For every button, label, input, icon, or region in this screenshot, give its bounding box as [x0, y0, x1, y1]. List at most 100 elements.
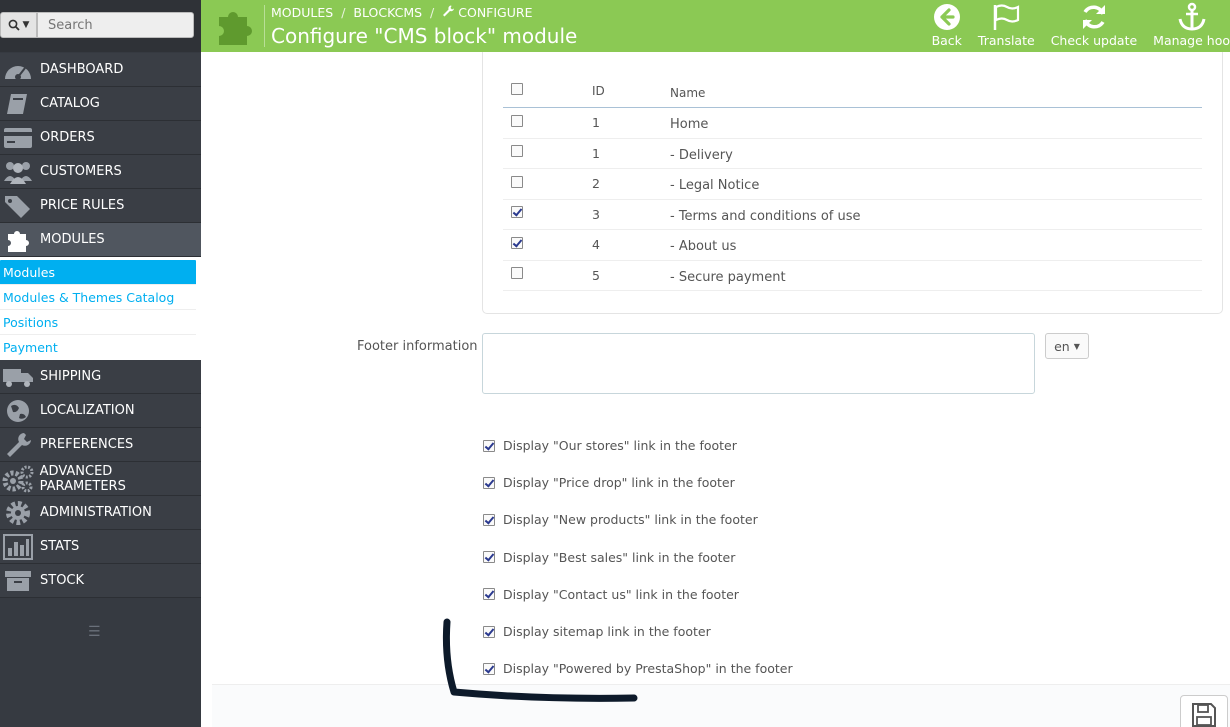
cell-id: 4	[592, 237, 600, 253]
option-checkbox[interactable]	[483, 588, 495, 601]
table-row: 5 - Secure payment	[503, 261, 1202, 291]
sidebar-item-shipping[interactable]: SHIPPING	[0, 360, 201, 394]
option-checkbox[interactable]	[483, 662, 495, 675]
wrench-icon	[1, 431, 35, 459]
table-row: 4 - About us	[503, 230, 1202, 261]
footer-information-textarea[interactable]	[482, 333, 1035, 394]
save-button[interactable]	[1180, 695, 1228, 727]
sidebar-item-orders[interactable]: ORDERS	[0, 121, 201, 155]
row-checkbox[interactable]	[511, 267, 523, 280]
language-value: en	[1054, 338, 1070, 354]
table-row: 2 - Legal Notice	[503, 169, 1202, 200]
table-row: 1 - Delivery	[503, 139, 1202, 169]
sidebar-item-modules[interactable]: MODULES	[0, 223, 201, 257]
breadcrumb-separator: /	[341, 5, 346, 20]
table-row: 1 Home	[503, 108, 1202, 139]
caret-down-icon: ▼	[1073, 341, 1080, 351]
check-update-button-label: Check update	[1050, 33, 1138, 48]
sidebar-item-advanced-parameters[interactable]: ADVANCED PARAMETERS	[0, 462, 201, 496]
row-checkbox[interactable]	[511, 206, 523, 219]
cell-name: - Delivery	[670, 147, 733, 163]
option-label: Display sitemap link in the footer	[503, 624, 711, 640]
breadcrumb-item[interactable]: MODULES	[271, 5, 333, 20]
option-checkbox[interactable]	[483, 476, 495, 489]
panel-footer	[212, 684, 1230, 727]
sidebar-item-preferences[interactable]: PREFERENCES	[0, 428, 201, 462]
breadcrumb-separator: /	[430, 5, 435, 20]
cell-name: - Secure payment	[670, 269, 786, 285]
sidebar-item-label: ADMINISTRATION	[40, 505, 152, 520]
row-checkbox[interactable]	[511, 114, 523, 127]
sidebar-item-stock[interactable]: STOCK	[0, 564, 201, 598]
breadcrumb-item: CONFIGURE	[458, 5, 533, 20]
option-checkbox[interactable]	[483, 439, 495, 452]
sidebar-item-administration[interactable]: ADMINISTRATION	[0, 496, 201, 530]
dashboard-icon	[1, 56, 35, 84]
submenu-item-modules[interactable]: Modules	[0, 260, 196, 285]
back-button[interactable]: Back	[924, 2, 970, 48]
sidebar: ▼ DASHBOARD CATALOG ORDERS CUSTOMERS PRI…	[0, 0, 201, 727]
translate-button[interactable]: Translate	[970, 2, 1043, 48]
row-checkbox[interactable]	[511, 236, 523, 249]
arrow-circle-left-icon	[933, 4, 960, 30]
sidebar-item-label: PRICE RULES	[40, 198, 125, 213]
breadcrumb: MODULES / BLOCKCMS / CONFIGURE	[271, 5, 532, 20]
sidebar-item-label: CATALOG	[40, 96, 100, 111]
check-update-button[interactable]: Check update	[1043, 2, 1145, 48]
option-label: Display "Price drop" link in the footer	[503, 475, 735, 491]
option-checkbox[interactable]	[483, 625, 495, 638]
row-checkbox[interactable]	[511, 175, 523, 188]
collapse-menu-icon[interactable]: ☰	[88, 624, 101, 640]
select-all-checkbox[interactable]	[511, 82, 523, 95]
option-label: Display "Best sales" link in the footer	[503, 549, 736, 565]
sidebar-item-label: CUSTOMERS	[40, 164, 122, 179]
manage-hooks-button-label: Manage hoo	[1153, 33, 1230, 48]
cell-id: 1	[592, 145, 600, 161]
cell-name: - Terms and conditions of use	[670, 208, 861, 224]
cell-name: - About us	[670, 239, 737, 255]
cell-name: Home	[670, 117, 709, 133]
sidebar-item-price-rules[interactable]: PRICE RULES	[0, 189, 201, 223]
bar-chart-icon	[1, 533, 35, 561]
option-checkbox[interactable]	[483, 551, 495, 564]
search-type-button[interactable]: ▼	[0, 12, 37, 38]
sidebar-item-label: DASHBOARD	[40, 62, 124, 77]
option-label: Display "Contact us" link in the footer	[503, 586, 739, 602]
language-dropdown[interactable]: en ▼	[1045, 333, 1089, 359]
credit-card-icon	[1, 124, 35, 152]
option-our-stores: Display "Our stores" link in the footer	[482, 427, 793, 464]
wrench-icon	[442, 5, 455, 20]
sidebar-item-customers[interactable]: CUSTOMERS	[0, 155, 201, 189]
row-checkbox[interactable]	[511, 145, 523, 158]
submenu-item-payment[interactable]: Payment	[0, 335, 196, 360]
sidebar-item-catalog[interactable]: CATALOG	[0, 87, 201, 121]
truck-icon	[1, 363, 35, 391]
sidebar-item-localization[interactable]: LOCALIZATION	[0, 394, 201, 428]
globe-icon	[1, 397, 35, 425]
sidebar-item-label: LOCALIZATION	[40, 403, 135, 418]
option-label: Display "Powered by PrestaShop" in the f…	[503, 661, 793, 677]
footer-options: Display "Our stores" link in the footer …	[482, 427, 793, 687]
sidebar-item-stats[interactable]: STATS	[0, 530, 201, 564]
submenu-item-modules-themes-catalog[interactable]: Modules & Themes Catalog	[0, 285, 196, 310]
cms-pages-table: ID Name 1 Home 1 - Delivery 2 - Legal No…	[503, 74, 1202, 291]
sidebar-item-label: STATS	[40, 539, 80, 554]
header-divider	[264, 5, 265, 47]
page-header: MODULES / BLOCKCMS / CONFIGURE Configure…	[201, 0, 1230, 52]
option-checkbox[interactable]	[483, 513, 495, 526]
back-button-label: Back	[931, 33, 962, 48]
option-label: Display "Our stores" link in the footer	[503, 438, 737, 454]
column-header-name: Name	[670, 85, 706, 100]
sidebar-item-label: ORDERS	[40, 130, 95, 145]
page-title: Configure "CMS block" module	[271, 24, 578, 48]
sidebar-item-label: STOCK	[40, 573, 85, 588]
archive-icon	[1, 567, 35, 595]
cogs-icon	[1, 465, 35, 493]
manage-hooks-button[interactable]: Manage hoo	[1145, 2, 1230, 48]
submenu-item-positions[interactable]: Positions	[0, 310, 196, 335]
refresh-icon	[1082, 5, 1105, 29]
search-input[interactable]	[37, 12, 194, 38]
sidebar-item-dashboard[interactable]: DASHBOARD	[0, 53, 201, 87]
breadcrumb-item[interactable]: BLOCKCMS	[353, 5, 422, 20]
users-icon	[1, 158, 35, 186]
